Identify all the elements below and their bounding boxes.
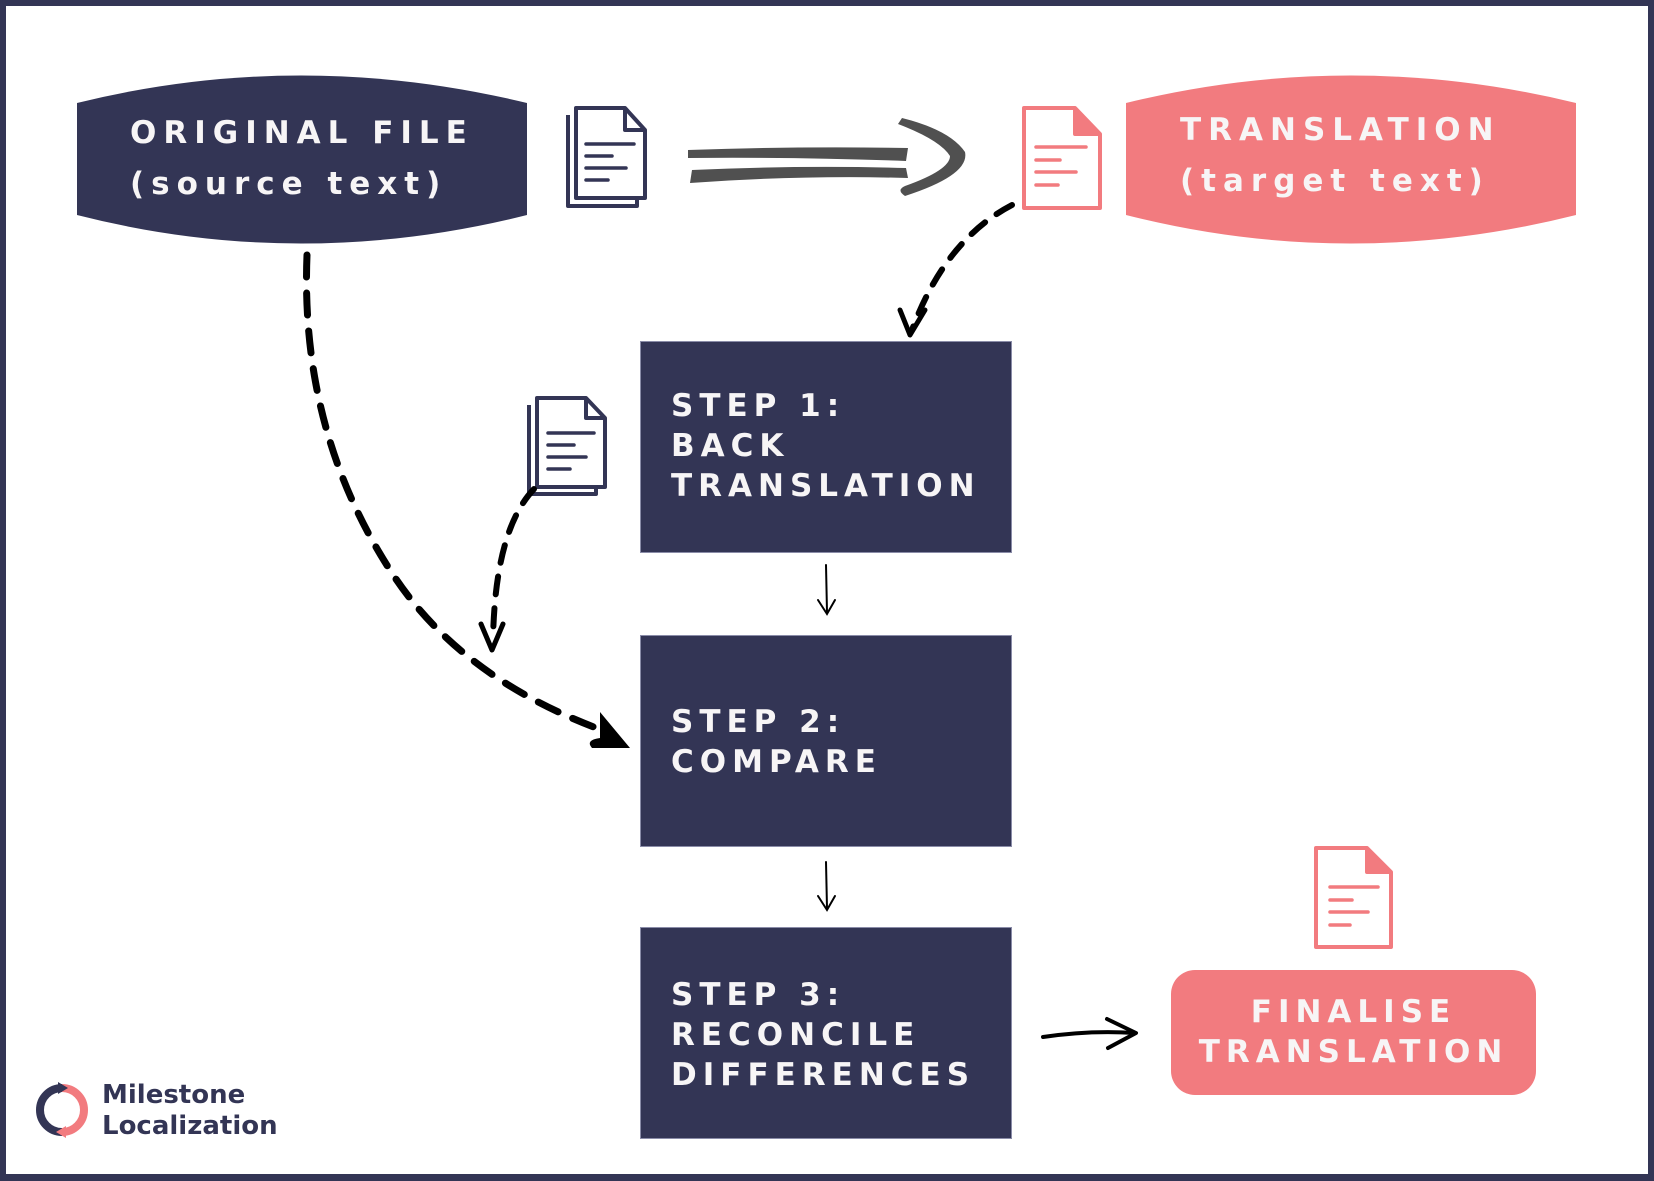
logo-icon [36,1082,88,1138]
step2-title: COMPARE [671,744,882,780]
documents-icon-source [566,106,647,208]
documents-icon-back-translation [527,396,607,496]
arrow-translation-to-step1 [897,202,1015,338]
finalise-line2: TRANSLATION [1198,1034,1509,1070]
finalise-translation-box: FINALISE TRANSLATION [1171,970,1536,1095]
step1-title-line2: TRANSLATION [671,468,981,504]
document-icon-translation [1022,106,1102,210]
arrow-backdoc-to-step2 [478,486,537,653]
finalise-line1: FINALISE [1250,994,1457,1030]
arrow-original-to-step2 [303,251,630,748]
document-icon-final [1314,846,1393,949]
translation-subtitle: (target text) [1180,163,1490,199]
step2-box: STEP 2: COMPARE [640,635,1012,847]
original-file-subtitle: (source text) [130,166,448,202]
step3-box: STEP 3: RECONCILE DIFFERENCES [640,927,1012,1139]
step3-title-line1: RECONCILE [671,1017,921,1053]
translation-title: TRANSLATION [1180,112,1501,148]
step1-box: STEP 1: BACK TRANSLATION [640,341,1012,553]
step3-number: STEP 3: [671,977,846,1013]
arrow-step3-to-finalise [1041,1017,1138,1050]
original-file-title: ORIGINAL FILE [130,115,474,151]
original-file-node: ORIGINAL FILE (source text) [130,108,474,210]
step3-title-line2: DIFFERENCES [671,1057,976,1093]
step2-number: STEP 2: [671,704,846,740]
big-arrow-icon [688,118,966,196]
logo-line1: Milestone [102,1080,246,1110]
translation-node: TRANSLATION (target text) [1180,105,1501,207]
step1-title-line1: BACK [671,428,790,464]
arrow-step1-to-step2 [817,564,836,616]
logo-line2: Localization [102,1111,278,1141]
step1-number: STEP 1: [671,388,846,424]
arrow-step2-to-step3 [817,861,836,912]
